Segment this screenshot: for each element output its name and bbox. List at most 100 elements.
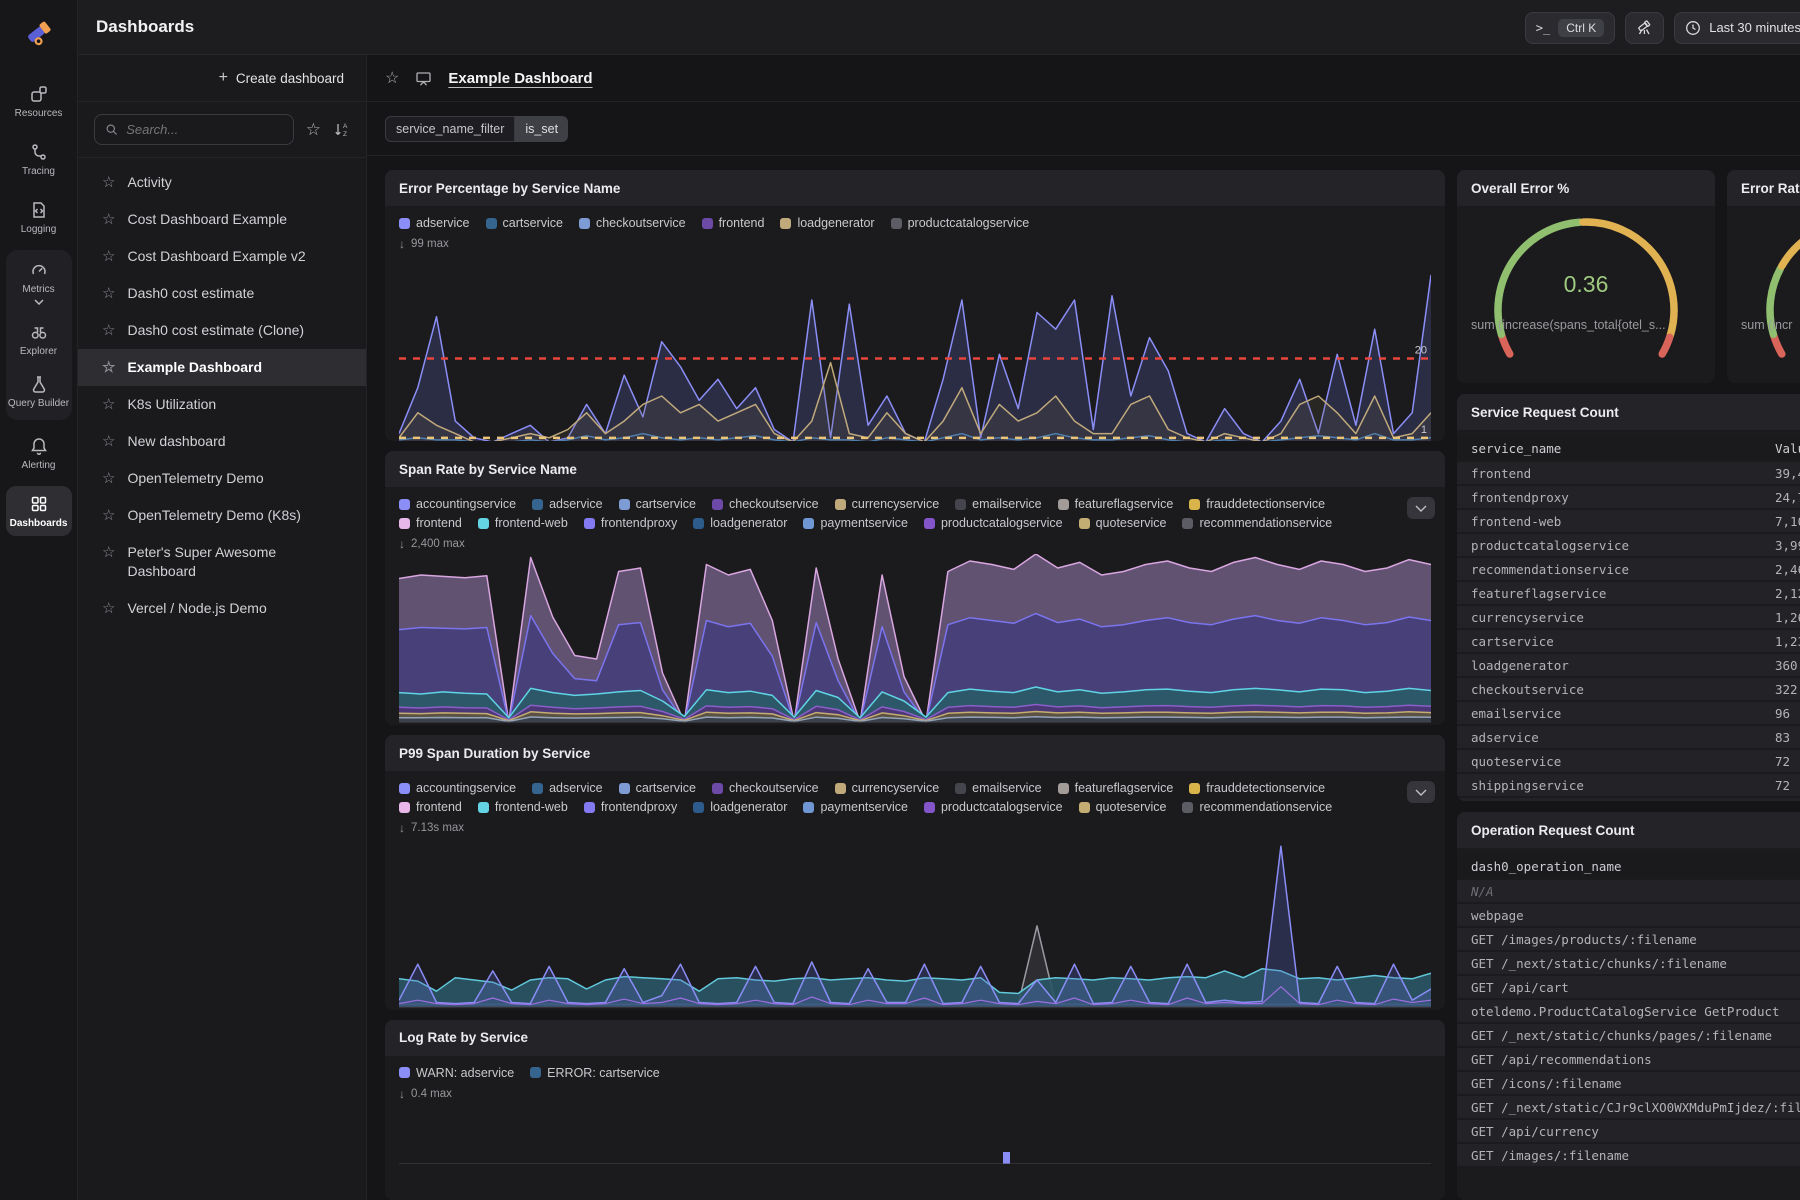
table-row[interactable]: shippingservice72 bbox=[1457, 774, 1800, 798]
table-row[interactable]: cartservice1,23 bbox=[1457, 630, 1800, 654]
table-row[interactable]: emailservice96 bbox=[1457, 702, 1800, 726]
legend-item[interactable]: adservice bbox=[532, 497, 603, 511]
legend-item[interactable]: cartservice bbox=[619, 497, 696, 511]
sidebar-item-logging[interactable]: Logging bbox=[6, 192, 72, 242]
table-row[interactable]: frontendproxy24,7 bbox=[1457, 486, 1800, 510]
star-icon[interactable]: ☆ bbox=[102, 543, 115, 562]
legend-item[interactable]: frontend-web bbox=[478, 516, 568, 530]
legend-item[interactable]: accountingservice bbox=[399, 781, 516, 795]
create-dashboard-button[interactable]: + Create dashboard bbox=[219, 69, 344, 87]
table-row[interactable]: GET /_next/static/CJr9clXO0WXMduPmIjdez/… bbox=[1457, 1096, 1800, 1120]
table-row[interactable]: GET /api/currency bbox=[1457, 1120, 1800, 1144]
favorites-filter-button[interactable]: ☆ bbox=[306, 120, 321, 140]
dashboard-list-item[interactable]: ☆Vercel / Node.js Demo bbox=[78, 590, 366, 627]
table-row[interactable]: frontend-web7,10 bbox=[1457, 510, 1800, 534]
sidebar-item-alerting[interactable]: Alerting bbox=[6, 428, 72, 478]
table-row[interactable]: oteldemo.ProductCatalogService GetProduc… bbox=[1457, 1000, 1800, 1024]
favorite-star-icon[interactable]: ☆ bbox=[385, 68, 399, 88]
legend-item[interactable]: cartservice bbox=[619, 781, 696, 795]
legend-item[interactable]: productcatalogservice bbox=[891, 216, 1030, 230]
dashboard-list-item[interactable]: ☆K8s Utilization bbox=[78, 386, 366, 423]
legend-item[interactable]: adservice bbox=[532, 781, 603, 795]
legend-item[interactable]: frauddetectionservice bbox=[1189, 781, 1325, 795]
legend-item[interactable]: emailservice bbox=[955, 497, 1041, 511]
table-row[interactable]: N/A bbox=[1457, 880, 1800, 904]
log-rate-chart[interactable] bbox=[399, 1104, 1431, 1164]
sidebar-item-query-builder[interactable]: Query Builder bbox=[6, 366, 72, 416]
table-row[interactable]: webpage bbox=[1457, 904, 1800, 928]
legend-item[interactable]: productcatalogservice bbox=[924, 516, 1063, 530]
dashboard-list-item[interactable]: ☆OpenTelemetry Demo (K8s) bbox=[78, 497, 366, 534]
star-icon[interactable]: ☆ bbox=[102, 506, 115, 525]
legend-item[interactable]: checkoutservice bbox=[712, 781, 819, 795]
legend-item[interactable]: quoteservice bbox=[1079, 516, 1167, 530]
command-palette-button[interactable]: >_ Ctrl K bbox=[1525, 12, 1615, 44]
table-row[interactable]: GET /_next/static/chunks/:filename bbox=[1457, 952, 1800, 976]
dashboard-list-item[interactable]: ☆Peter's Super Awesome Dashboard bbox=[78, 534, 366, 590]
error-rate-gauge[interactable] bbox=[1743, 210, 1800, 370]
legend-item[interactable]: currencyservice bbox=[835, 781, 940, 795]
star-icon[interactable]: ☆ bbox=[102, 321, 115, 340]
sort-button[interactable]: A Z bbox=[333, 121, 350, 138]
legend-item[interactable]: featureflagservice bbox=[1058, 497, 1174, 511]
table-row[interactable]: GET /icons/:filename bbox=[1457, 1072, 1800, 1096]
legend-item[interactable]: loadgenerator bbox=[780, 216, 874, 230]
error-percentage-chart[interactable]: 20114:18:1014:21:4014:25:1014:28:4014:32… bbox=[399, 254, 1431, 441]
star-icon[interactable]: ☆ bbox=[102, 358, 115, 377]
legend-item[interactable]: paymentservice bbox=[803, 800, 908, 814]
legend-item[interactable]: accountingservice bbox=[399, 497, 516, 511]
table-row[interactable]: GET /api/recommendations bbox=[1457, 1048, 1800, 1072]
table-row[interactable]: recommendationservice2,46 bbox=[1457, 558, 1800, 582]
legend-item[interactable]: quoteservice bbox=[1079, 800, 1167, 814]
overall-error-gauge[interactable]: 0.36 bbox=[1471, 210, 1701, 370]
star-icon[interactable]: ☆ bbox=[102, 173, 115, 192]
star-icon[interactable]: ☆ bbox=[102, 247, 115, 266]
app-logo[interactable] bbox=[17, 10, 61, 54]
legend-item[interactable]: featureflagservice bbox=[1058, 781, 1174, 795]
legend-collapse-button[interactable] bbox=[1407, 497, 1435, 519]
sidebar-item-explorer[interactable]: Explorer bbox=[6, 314, 72, 364]
legend-item[interactable]: adservice bbox=[399, 216, 470, 230]
dashboard-list-item[interactable]: ☆Example Dashboard bbox=[78, 349, 366, 386]
table-row[interactable]: currencyservice1,26 bbox=[1457, 606, 1800, 630]
legend-item[interactable]: paymentservice bbox=[803, 516, 908, 530]
table-row[interactable]: loadgenerator360 bbox=[1457, 654, 1800, 678]
table-row[interactable]: featureflagservice2,12 bbox=[1457, 582, 1800, 606]
star-icon[interactable]: ☆ bbox=[102, 432, 115, 451]
star-icon[interactable]: ☆ bbox=[102, 599, 115, 618]
legend-item[interactable]: frontend bbox=[399, 800, 462, 814]
legend-item[interactable]: frauddetectionservice bbox=[1189, 497, 1325, 511]
legend-item[interactable]: frontend bbox=[399, 516, 462, 530]
table-row[interactable]: adservice83 bbox=[1457, 726, 1800, 750]
sidebar-item-tracing[interactable]: Tracing bbox=[6, 134, 72, 184]
span-rate-chart[interactable]: 14:18:1014:21:4014:25:1014:28:4014:32:10… bbox=[399, 554, 1431, 725]
filter-operator-chip[interactable]: is_set bbox=[515, 116, 568, 142]
legend-item[interactable]: checkoutservice bbox=[579, 216, 686, 230]
sidebar-item-dashboards[interactable]: Dashboards bbox=[6, 486, 72, 536]
legend-item[interactable]: frontendproxy bbox=[584, 800, 677, 814]
table-row[interactable]: frontend39,4 bbox=[1457, 462, 1800, 486]
filter-key-chip[interactable]: service_name_filter bbox=[385, 116, 515, 142]
legend-item[interactable]: frontend-web bbox=[478, 800, 568, 814]
dashboard-list-item[interactable]: ☆OpenTelemetry Demo bbox=[78, 460, 366, 497]
table-row[interactable]: productcatalogservice3,99 bbox=[1457, 534, 1800, 558]
sidebar-item-resources[interactable]: Resources bbox=[6, 76, 72, 126]
legend-item[interactable]: loadgenerator bbox=[693, 516, 787, 530]
star-icon[interactable]: ☆ bbox=[102, 395, 115, 414]
legend-item[interactable]: WARN: adservice bbox=[399, 1066, 514, 1080]
legend-item[interactable]: cartservice bbox=[486, 216, 563, 230]
legend-item[interactable]: ERROR: cartservice bbox=[530, 1066, 660, 1080]
dashboard-title-link[interactable]: Example Dashboard bbox=[448, 70, 592, 87]
table-row[interactable]: quoteservice72 bbox=[1457, 750, 1800, 774]
dashboard-list-item[interactable]: ☆Activity bbox=[78, 164, 366, 201]
legend-item[interactable]: frontend bbox=[702, 216, 765, 230]
legend-collapse-button[interactable] bbox=[1407, 781, 1435, 803]
legend-item[interactable]: currencyservice bbox=[835, 497, 940, 511]
table-row[interactable]: GET /images/:filename bbox=[1457, 1144, 1800, 1168]
p99-duration-chart[interactable]: 14:18:1014:21:4014:25:1014:28:4014:32:10… bbox=[399, 838, 1431, 1010]
table-row[interactable]: GET /images/products/:filename bbox=[1457, 928, 1800, 952]
dashboard-list-item[interactable]: ☆Dash0 cost estimate (Clone) bbox=[78, 312, 366, 349]
star-icon[interactable]: ☆ bbox=[102, 210, 115, 229]
legend-item[interactable]: productcatalogservice bbox=[924, 800, 1063, 814]
sidebar-item-metrics[interactable]: Metrics bbox=[6, 252, 72, 312]
